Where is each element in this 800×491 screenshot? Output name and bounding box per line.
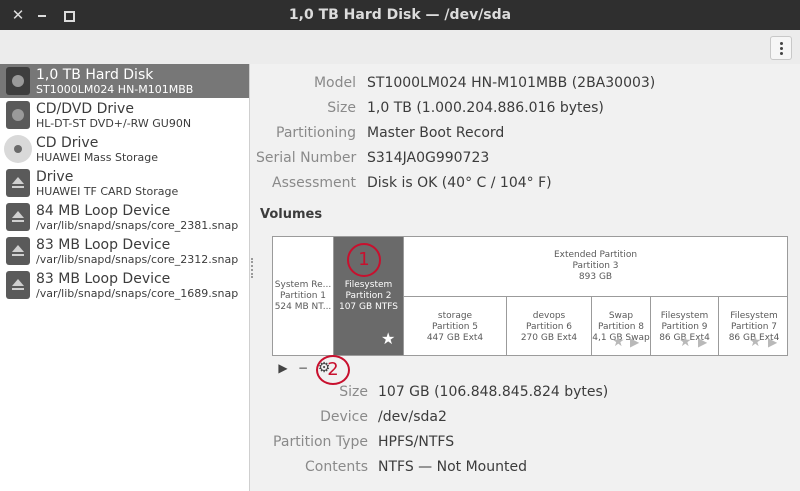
device-item-cd-drive[interactable]: CD Drive HUAWEI Mass Storage: [0, 132, 249, 166]
partition-8-number: Partition 8: [597, 322, 645, 332]
partitioning-value: Master Boot Record: [367, 125, 505, 141]
star-icon: ★: [749, 334, 762, 350]
device-name: CD Drive: [36, 135, 99, 151]
device-subtitle: HUAWEI Mass Storage: [36, 151, 159, 164]
partition-5-number: Partition 5: [431, 322, 479, 332]
delete-partition-minus-icon[interactable]: −: [294, 357, 312, 379]
volumes-heading: Volumes: [260, 207, 323, 222]
mount-play-icon: ▶: [768, 335, 778, 349]
device-subtitle: /var/lib/snapd/snaps/core_2381.snap: [36, 219, 239, 232]
hard-disk-icon: [6, 67, 30, 95]
cd-disc-icon: [4, 135, 32, 163]
size-label: Size: [327, 100, 356, 116]
mount-play-icon: ▶: [698, 335, 708, 349]
size-value: 1,0 TB (1.000.204.886.016 bytes): [367, 100, 604, 116]
partition-1-label: System Re...: [274, 280, 332, 290]
star-icon: ★: [679, 334, 692, 350]
partition-6-number: Partition 6: [525, 322, 573, 332]
contents-label: Contents: [305, 459, 368, 475]
partition-5-label: storage: [437, 311, 473, 321]
device-subtitle: HUAWEI TF CARD Storage: [36, 185, 179, 198]
loop-device-icon: [6, 271, 30, 299]
model-label: Model: [313, 75, 356, 91]
assessment-label: Assessment: [272, 175, 356, 191]
star-icon: ★: [612, 334, 625, 350]
partition-2-size: 107 GB NTFS: [338, 302, 398, 312]
model-value: ST1000LM024 HN-M101MBB (2BA30003): [367, 75, 656, 91]
device-item-loop-2312[interactable]: 83 MB Loop Device /var/lib/snapd/snaps/c…: [0, 234, 249, 268]
mount-play-icon: ▶: [630, 335, 640, 349]
device-name: CD/DVD Drive: [36, 101, 134, 117]
device-name: 1,0 TB Hard Disk: [36, 67, 154, 83]
partition-1-size: 524 MB NT...: [274, 302, 332, 312]
mount-play-icon[interactable]: ▶: [274, 357, 292, 379]
vertical-dots-menu-icon[interactable]: [770, 36, 792, 60]
serial-label: Serial Number: [256, 150, 357, 166]
title-bar: ✕ 1,0 TB Hard Disk — /dev/sda: [0, 0, 800, 30]
device-subtitle: HL-DT-ST DVD+/-RW GU90N: [36, 117, 192, 130]
device-item-loop-2381[interactable]: 84 MB Loop Device /var/lib/snapd/snaps/c…: [0, 200, 249, 234]
volume-size-value: 107 GB (106.848.845.824 bytes): [378, 384, 609, 400]
loop-device-icon: [6, 237, 30, 265]
partition-6-label: devops: [532, 311, 566, 321]
extended-partition-size: 893 GB: [578, 272, 613, 282]
partition-1[interactable]: System Re... Partition 1 524 MB NT...: [273, 237, 334, 355]
partition-type-value: HPFS/NTFS: [378, 434, 455, 450]
partition-1-number: Partition 1: [279, 291, 327, 301]
contents-value: NTFS — Not Mounted: [378, 459, 527, 475]
partition-7-label: Filesystem: [730, 311, 778, 321]
partition-9-label: Filesystem: [660, 311, 709, 321]
window-title: 1,0 TB Hard Disk — /dev/sda: [288, 7, 512, 23]
partition-6-size: 270 GB Ext4: [520, 333, 578, 343]
device-name: 83 MB Loop Device: [36, 237, 171, 253]
extended-partition-number: Partition 3: [572, 261, 619, 271]
device-name: Drive: [36, 169, 74, 185]
partitioning-label: Partitioning: [276, 125, 356, 141]
partition-7[interactable]: Filesystem Partition 7 86 GB Ext4 ★ ▶: [719, 297, 787, 355]
removable-drive-icon: [6, 169, 30, 197]
device-name: 84 MB Loop Device: [36, 203, 171, 219]
partition-7-number: Partition 7: [730, 322, 778, 332]
volume-size-label: Size: [339, 384, 368, 400]
device-subtitle: ST1000LM024 HN-M101MBB: [36, 83, 194, 96]
device-subtitle: /var/lib/snapd/snaps/core_1689.snap: [36, 287, 239, 300]
header-bar: [0, 30, 800, 64]
device-item-cd-dvd[interactable]: CD/DVD Drive HL-DT-ST DVD+/-RW GU90N: [0, 98, 249, 132]
partition-8[interactable]: Swap Partition 8 4,1 GB Swap ★ ▶: [592, 297, 651, 355]
volume-device-value: /dev/sda2: [378, 409, 447, 425]
loop-device-icon: [6, 203, 30, 231]
partition-5[interactable]: storage Partition 5 447 GB Ext4: [404, 297, 507, 355]
optical-drive-icon: [6, 101, 30, 129]
device-item-hard-disk[interactable]: 1,0 TB Hard Disk ST1000LM024 HN-M101MBB: [0, 64, 249, 98]
device-item-drive[interactable]: Drive HUAWEI TF CARD Storage: [0, 166, 249, 200]
partition-type-label: Partition Type: [273, 434, 368, 450]
partition-6[interactable]: devops Partition 6 270 GB Ext4: [507, 297, 592, 355]
partition-5-size: 447 GB Ext4: [426, 333, 484, 343]
pane-resize-handle[interactable]: [251, 258, 253, 278]
partition-8-label: Swap: [608, 311, 634, 321]
device-item-loop-1689[interactable]: 83 MB Loop Device /var/lib/snapd/snaps/c…: [0, 268, 249, 302]
device-sidebar: 1,0 TB Hard Disk ST1000LM024 HN-M101MBB …: [0, 64, 250, 491]
partition-2-label: Filesystem: [344, 280, 393, 290]
partition-9-number: Partition 9: [661, 322, 708, 332]
partition-9[interactable]: Filesystem Partition 9 86 GB Ext4 ★ ▶: [651, 297, 719, 355]
assessment-value: Disk is OK (40° C / 104° F): [367, 175, 552, 191]
star-icon: ★: [381, 329, 396, 348]
device-name: 83 MB Loop Device: [36, 271, 171, 287]
device-subtitle: /var/lib/snapd/snaps/core_2312.snap: [36, 253, 239, 266]
serial-value: S314JA0G990723: [367, 150, 490, 166]
annotation-marker-1: 1: [347, 243, 381, 277]
partition-2-number: Partition 2: [345, 291, 392, 301]
volume-device-label: Device: [320, 409, 368, 425]
extended-partition-label: Extended Partition: [553, 250, 638, 260]
extended-partition[interactable]: Extended Partition Partition 3 893 GB: [403, 237, 787, 297]
